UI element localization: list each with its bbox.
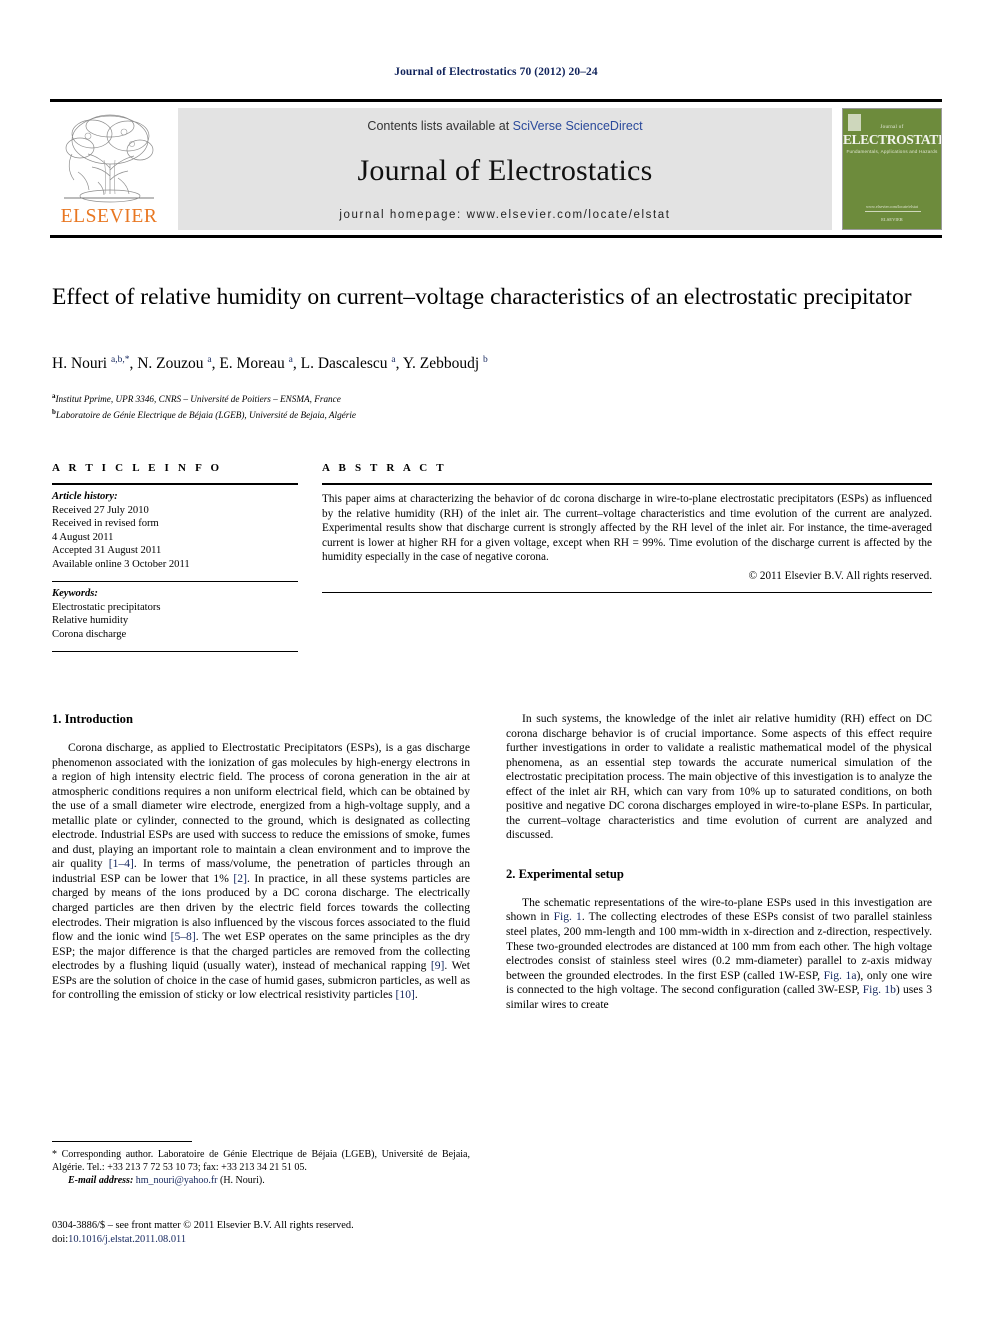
cover-title-text: ELECTROSTATICS [843,132,942,147]
keyword-item: Electrostatic precipitators [52,601,161,613]
running-head: Journal of Electrostatics 70 (2012) 20–2… [394,66,598,78]
elsevier-wordmark: ELSEVIER [60,206,158,227]
journal-masthead: ELSEVIER Contents lists available at Sci… [50,99,942,238]
history-item: Received in revised form [52,518,159,529]
article-info-heading: A R T I C L E I N F O [52,462,223,474]
cover-subtitle-text: Fundamentals, Applications and Hazards [846,149,938,154]
history-item: Available online 3 October 2011 [52,558,190,570]
journal-homepage-link[interactable]: journal homepage: www.elsevier.com/locat… [339,209,670,221]
journal-cover-thumbnail[interactable]: Journal of ELECTROSTATICS Fundamentals, … [842,108,942,230]
citation-ref-2[interactable]: [2] [233,872,247,885]
cover-bottom-url-text: www.elsevier.com/locate/elstat [865,204,919,209]
elsevier-logo: ELSEVIER [50,108,168,230]
page-title: Effect of relative humidity on current–v… [52,284,912,310]
issn-copyright-block: 0304-3886/$ – see front matter © 2011 El… [52,1219,470,1246]
citation-ref-5-8[interactable]: [5–8] [171,930,196,943]
cover-bottom-brand-text: ELSEVIER [881,217,903,222]
affiliation-a-text: Institut Pprime, UPR 3346, CNRS – Univer… [55,394,341,405]
affiliation-a: aInstitut Pprime, UPR 3346, CNRS – Unive… [52,390,932,406]
affiliation-b-text: Laboratoire de Génie Electrique de Béjai… [55,409,356,420]
cover-small-top-text: Journal of [880,125,904,130]
abstract-heading: A B S T R A C T [322,462,447,474]
journal-title: Journal of Electrostatics [357,154,653,187]
abstract-text: This paper aims at characterizing the be… [322,493,932,564]
setup-paragraph-1: The schematic representations of the wir… [506,896,932,1012]
keywords-label: Keywords: [52,588,98,599]
paper-page: Journal of Electrostatics 70 (2012) 20–2… [0,0,992,1323]
abstract-rule-bottom [322,591,932,593]
history-item: Accepted 31 August 2011 [52,545,162,556]
article-history-block: Article history: Received 27 July 2010 R… [52,485,298,571]
body-column-right: In such systems, the knowledge of the in… [506,712,932,1012]
abstract-column: A B S T R A C T This paper aims at chara… [322,462,932,593]
elsevier-tree-icon [64,114,154,203]
email-label: E-mail address: [68,1175,134,1186]
intro-text-a: Corona discharge, as applied to Electros… [52,741,470,871]
contents-list-line: Contents lists available at SciVerse Sci… [367,119,642,133]
footnote-divider [52,1141,192,1142]
corresponding-author-note: * Corresponding author. Laboratoire de G… [52,1149,470,1173]
citation-ref-9[interactable]: [9] [431,959,445,972]
keywords-rule-bottom [52,651,298,652]
email-link[interactable]: hm_nouri@yahoo.fr [136,1175,218,1186]
history-item: Received 27 July 2010 [52,504,149,516]
sciencedirect-link[interactable]: SciVerse ScienceDirect [513,119,643,133]
section-heading-experimental-setup: 2. Experimental setup [506,866,624,881]
section-heading-introduction: 1. Introduction [52,712,133,726]
contents-prefix-text: Contents lists available at [367,119,513,133]
intro-paragraph-1: Corona discharge, as applied to Electros… [52,741,470,1003]
doi-label: doi: [52,1233,69,1245]
keyword-item: Corona discharge [52,628,127,640]
body-column-left: 1. Introduction Corona discharge, as app… [52,712,470,1003]
doi-line: doi:10.1016/j.elstat.2011.08.011 [52,1233,470,1247]
keyword-item: Relative humidity [52,615,129,626]
citation-ref-1-4[interactable]: [1–4] [109,857,134,870]
footnote-block: * Corresponding author. Laboratoire de G… [52,1141,470,1187]
masthead-center-panel: Contents lists available at SciVerse Sci… [178,108,832,230]
issn-line: 0304-3886/$ – see front matter © 2011 El… [52,1220,354,1231]
author-list: H. Nouri a,b,*, N. Zouzou a, E. Moreau a… [52,355,488,373]
history-item: 4 August 2011 [52,531,114,543]
abstract-copyright: © 2011 Elsevier B.V. All rights reserved… [748,569,932,582]
email-suffix: (H. Nouri). [217,1175,265,1186]
figure-1a-link[interactable]: Fig. 1a [824,969,857,982]
email-note: E-mail address: hm_nouri@yahoo.fr (H. No… [52,1174,470,1187]
figure-1b-link[interactable]: Fig. 1b [863,983,896,996]
affiliation-b: bLaboratoire de Génie Electrique de Béja… [52,406,932,422]
citation-ref-10[interactable]: [10] [396,988,415,1001]
article-info-column: A R T I C L E I N F O Article history: R… [52,462,298,652]
cover-divider [865,211,921,212]
doi-link[interactable]: 10.1016/j.elstat.2011.08.011 [68,1234,186,1245]
intro-text-f: . [414,988,418,1002]
intro-paragraph-2: In such systems, the knowledge of the in… [506,712,932,842]
figure-1-link[interactable]: Fig. 1 [554,910,582,923]
article-history-label: Article history: [52,491,118,502]
affiliations: aInstitut Pprime, UPR 3346, CNRS – Unive… [52,390,932,421]
keywords-block: Keywords: Electrostatic precipitators Re… [52,582,298,641]
